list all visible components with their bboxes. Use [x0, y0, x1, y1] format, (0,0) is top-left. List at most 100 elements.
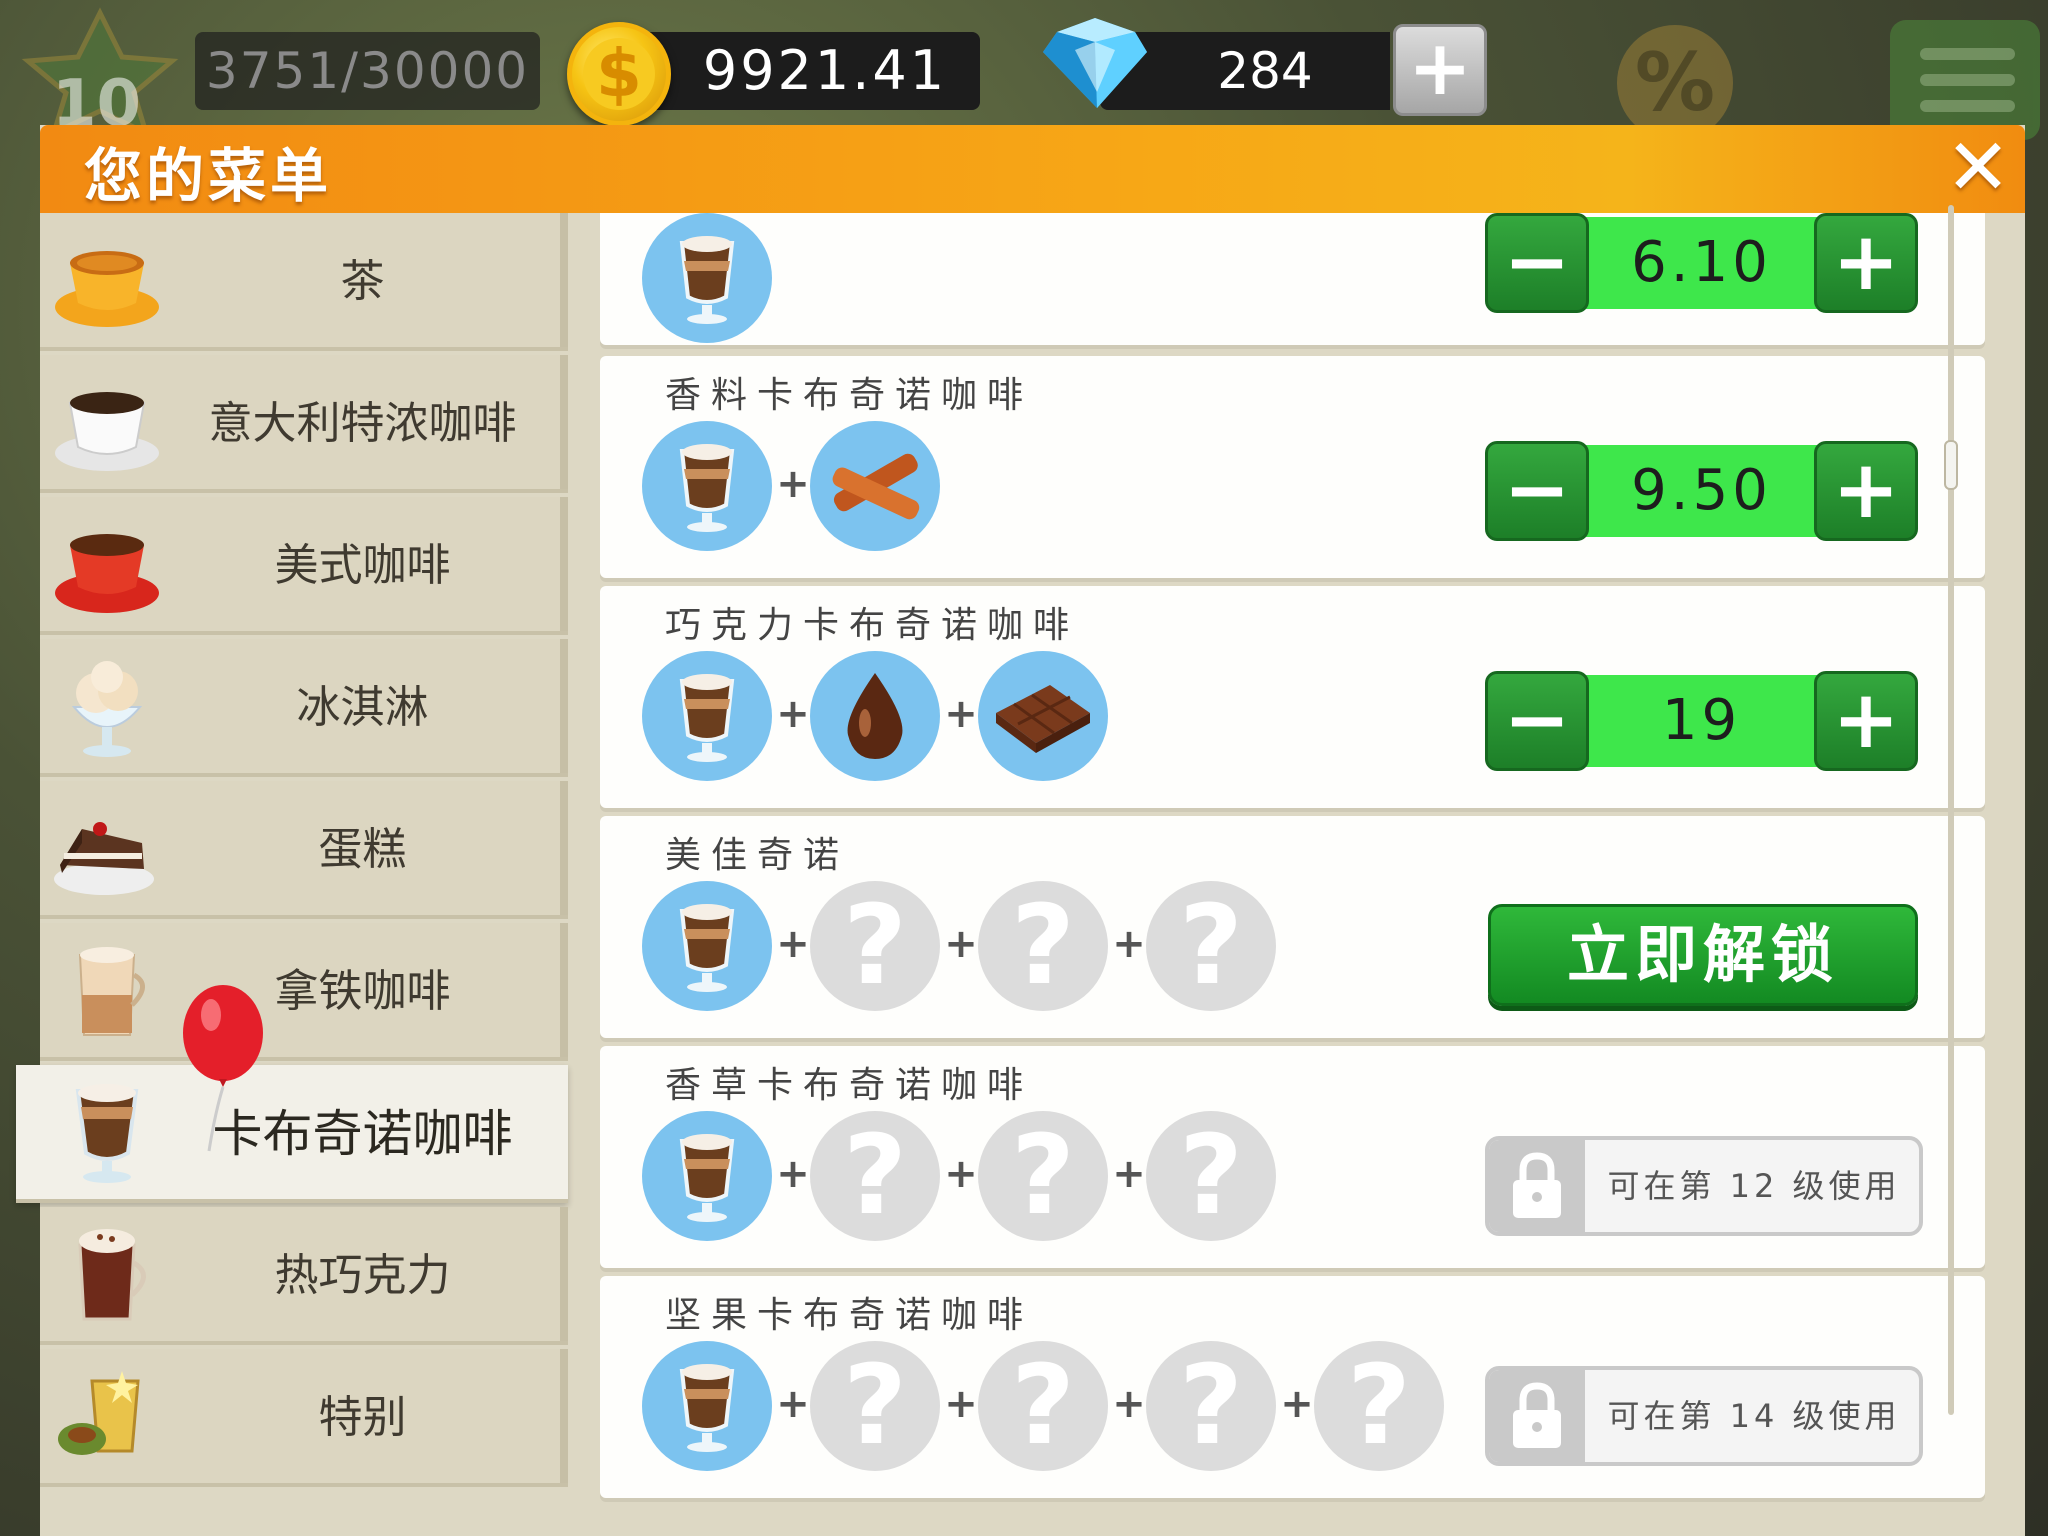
sidebar-item-cake[interactable]: 蛋糕 [40, 781, 568, 919]
panel-header: 您的菜单 ✕ [40, 125, 2025, 213]
menu-panel: 您的菜单 ✕ 茶 意大利特浓咖啡 美式咖啡 冰淇淋 蛋糕 拿铁咖啡 卡布奇诺咖啡… [16, 125, 2025, 1536]
special-icon [58, 1371, 140, 1455]
xp-progress-text: 3751/30000 [195, 32, 540, 110]
main-menu-icon[interactable] [1890, 20, 2040, 140]
increase-price-button[interactable]: + [1814, 213, 1918, 313]
category-sidebar: 茶 意大利特浓咖啡 美式咖啡 冰淇淋 蛋糕 拿铁咖啡 卡布奇诺咖啡 热巧克力 特… [16, 213, 568, 1536]
plus-sign: + [944, 691, 978, 737]
hot-chocolate-icon [78, 1229, 146, 1321]
plus-sign: + [1112, 1151, 1146, 1197]
sidebar-item-tea[interactable]: 茶 [40, 213, 568, 351]
lock-icon [1513, 1382, 1561, 1448]
unknown-ingredient-icon: ? [978, 1341, 1108, 1471]
recipe-title: 巧克力卡布奇诺咖啡 [665, 605, 1080, 646]
sidebar-item-hot-chocolate[interactable]: 热巧克力 [40, 1207, 568, 1345]
question-mark: ? [1011, 1111, 1075, 1239]
plus-sign: + [776, 921, 810, 967]
scrollbar-track[interactable] [1948, 205, 1954, 1415]
balloon-icon[interactable] [175, 983, 265, 1153]
unknown-ingredient-icon: ? [1146, 881, 1276, 1011]
sidebar-item-label: 意大利特浓咖啡 [208, 398, 517, 449]
ice-cream-icon [71, 661, 143, 757]
cake-icon [54, 822, 154, 895]
plus-sign: + [944, 921, 978, 967]
recipe-title: 香料卡布奇诺咖啡 [665, 375, 1034, 416]
chocolate-syrup-icon [810, 651, 940, 781]
panel-title: 您的菜单 [84, 142, 333, 210]
cappuccino-icon [642, 1111, 772, 1241]
svg-text:%: % [1635, 36, 1715, 129]
add-gems-button[interactable]: + [1393, 24, 1487, 116]
recipe-title: 美佳奇诺 [665, 835, 850, 876]
recipe-card: − 6.10 + [600, 213, 1985, 345]
price-stepper: − 9.50 + [1485, 441, 1918, 541]
recipe-card-chocolate-cappuccino: 巧克力卡布奇诺咖啡 + + − 19 + [600, 586, 1985, 808]
question-mark: ? [843, 1111, 907, 1239]
recipe-card-nut-cappuccino: 坚果卡布奇诺咖啡 + ? + ? + ? + ? 可在第 14 级使用 [600, 1276, 1985, 1498]
espresso-cup-icon [55, 392, 159, 471]
plus-sign: + [944, 1151, 978, 1197]
sidebar-item-label: 冰淇淋 [296, 682, 429, 733]
scrollbar-thumb[interactable] [1944, 440, 1958, 490]
price-value: 9.50 [1631, 458, 1772, 523]
close-button[interactable]: ✕ [1943, 129, 2013, 207]
sidebar-item-label: 茶 [340, 256, 385, 307]
cappuccino-icon [642, 421, 772, 551]
unknown-ingredient-icon: ? [1146, 1111, 1276, 1241]
unknown-ingredient-icon: ? [1314, 1341, 1444, 1471]
increase-price-button[interactable]: + [1814, 671, 1918, 771]
question-mark: ? [1011, 881, 1075, 1009]
sidebar-item-cappuccino[interactable]: 卡布奇诺咖啡 [16, 1065, 568, 1203]
sidebar-item-latte[interactable]: 拿铁咖啡 [40, 923, 568, 1061]
unlock-level-text: 可在第 12 级使用 [1607, 1167, 1901, 1205]
plus-sign: + [776, 461, 810, 507]
price-value: 6.10 [1631, 230, 1772, 295]
plus-sign: + [776, 1381, 810, 1427]
recipe-title: 坚果卡布奇诺咖啡 [665, 1295, 1034, 1336]
price-value: 19 [1661, 688, 1742, 753]
locked-level-badge: 可在第 12 级使用 [1485, 1136, 1923, 1236]
player-level-badge[interactable]: 10 [10, 5, 190, 141]
sidebar-item-label: 蛋糕 [318, 824, 407, 875]
cappuccino-icon [642, 881, 772, 1011]
lock-icon [1513, 1152, 1561, 1218]
plus-sign: + [1280, 1381, 1314, 1427]
question-mark: ? [843, 1341, 907, 1469]
unlock-level-text: 可在第 14 级使用 [1607, 1397, 1901, 1435]
unknown-ingredient-icon: ? [810, 881, 940, 1011]
decrease-price-button[interactable]: − [1485, 441, 1589, 541]
decrease-price-button[interactable]: − [1485, 671, 1589, 771]
plus-sign: + [776, 691, 810, 737]
increase-price-button[interactable]: + [1814, 441, 1918, 541]
sidebar-item-label: 特别 [318, 1392, 407, 1443]
decrease-price-button[interactable]: − [1485, 213, 1589, 313]
cappuccino-icon [642, 1341, 772, 1471]
question-mark: ? [1179, 881, 1243, 1009]
plus-sign: + [1112, 921, 1146, 967]
locked-level-badge: 可在第 14 级使用 [1485, 1366, 1923, 1466]
recipe-list[interactable]: − 6.10 + 香料卡布奇诺咖啡 + − 9.50 + 巧克力卡布奇诺咖啡 +… [600, 213, 1985, 1536]
sidebar-item-label: 热巧克力 [274, 1250, 451, 1301]
unknown-ingredient-icon: ? [810, 1111, 940, 1241]
cinnamon-icon [810, 421, 940, 551]
plus-sign: + [1112, 1381, 1146, 1427]
unknown-ingredient-icon: ? [1146, 1341, 1276, 1471]
sidebar-item-americano[interactable]: 美式咖啡 [40, 497, 568, 635]
sidebar-item-special[interactable]: 特别 [40, 1349, 568, 1487]
question-mark: ? [1179, 1341, 1243, 1469]
unknown-ingredient-icon: ? [978, 881, 1108, 1011]
plus-sign: + [944, 1381, 978, 1427]
tea-cup-icon [55, 251, 159, 327]
sidebar-item-ice-cream[interactable]: 冰淇淋 [40, 639, 568, 777]
diamond-icon [1043, 18, 1147, 108]
american-coffee-icon [55, 534, 159, 613]
cappuccino-icon [642, 651, 772, 781]
question-mark: ? [1347, 1341, 1411, 1469]
sidebar-item-espresso[interactable]: 意大利特浓咖啡 [40, 355, 568, 493]
unlock-now-button[interactable]: 立即解锁 [1488, 904, 1918, 1006]
recipe-title: 香草卡布奇诺咖啡 [665, 1065, 1034, 1106]
question-mark: ? [1011, 1341, 1075, 1469]
plus-sign: + [776, 1151, 810, 1197]
cappuccino-icon [642, 213, 772, 343]
cappuccino-icon [75, 1084, 139, 1183]
